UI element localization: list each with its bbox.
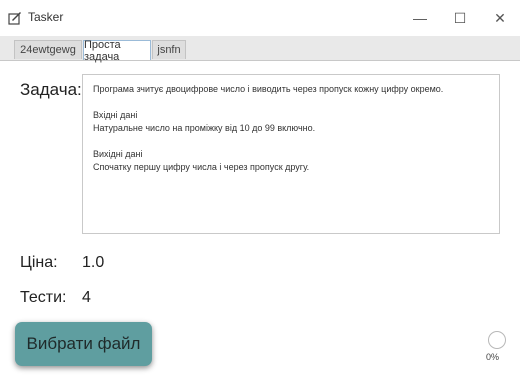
maximize-icon: ☐ bbox=[453, 9, 467, 26]
pick-file-button[interactable]: Вибрати файл bbox=[15, 322, 152, 366]
tab-jsnfn[interactable]: jsnfn bbox=[152, 40, 186, 59]
tab-simple-task[interactable]: Проста задача bbox=[83, 39, 151, 63]
price-label: Ціна: bbox=[20, 254, 58, 271]
progress-indicator-icon bbox=[488, 331, 506, 349]
tab-24ewtgewg[interactable]: 24ewtgewg bbox=[14, 40, 82, 59]
maximize-button[interactable]: ☐ bbox=[440, 0, 480, 36]
task-label: Задача: bbox=[20, 80, 82, 99]
tests-label: Тести: bbox=[20, 289, 67, 306]
task-description-area[interactable]: Програма зчитує двоцифрове число і вивод… bbox=[82, 74, 500, 234]
tests-value: 4 bbox=[82, 289, 91, 306]
progress-text: 0% bbox=[486, 352, 500, 362]
title-bar: Tasker — ☐ ✕ bbox=[0, 0, 520, 36]
close-icon: ✕ bbox=[494, 9, 506, 26]
app-icon bbox=[8, 12, 21, 25]
close-button[interactable]: ✕ bbox=[480, 0, 520, 36]
minimize-icon: — bbox=[413, 10, 427, 26]
price-value: 1.0 bbox=[82, 254, 105, 271]
window-title: Tasker bbox=[28, 10, 64, 24]
tab-bar: 24ewtgewg Проста задача jsnfn bbox=[0, 36, 520, 63]
minimize-button[interactable]: — bbox=[400, 0, 440, 36]
